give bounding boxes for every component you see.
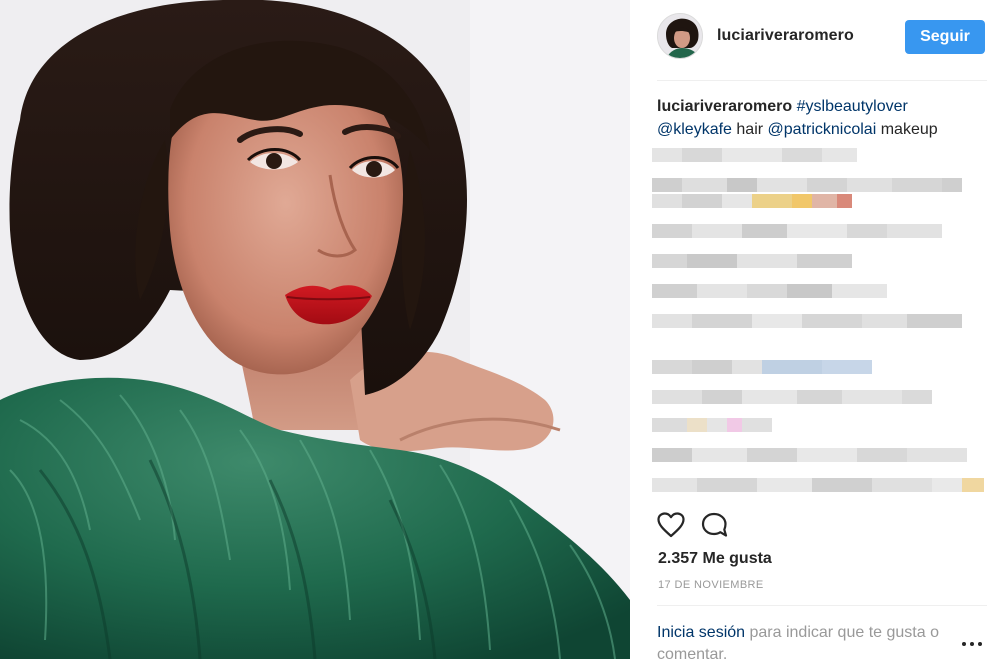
login-link[interactable]: Inicia sesión xyxy=(657,624,745,641)
more-dot xyxy=(962,642,966,646)
footer-divider xyxy=(657,605,987,606)
post-side-panel: luciariveraromero Seguir luciariverarome… xyxy=(630,0,1000,659)
post-caption: luciariveraromero #yslbeautylover @kleyk… xyxy=(657,95,987,141)
blurred-comment xyxy=(652,254,852,268)
avatar-image xyxy=(658,14,702,58)
more-dot xyxy=(970,642,974,646)
blurred-comment xyxy=(652,314,962,328)
blurred-comment xyxy=(652,390,932,404)
blurred-comment xyxy=(652,360,872,374)
comment-icon[interactable] xyxy=(701,512,729,538)
post-photo[interactable] xyxy=(0,0,630,659)
header-divider xyxy=(657,80,987,81)
blurred-comment xyxy=(652,178,962,192)
post-header: luciariveraromero Seguir xyxy=(657,12,987,60)
blurred-comment xyxy=(652,284,887,298)
follow-button[interactable]: Seguir xyxy=(905,20,985,54)
caption-mention-makeup[interactable]: @patricknicolai xyxy=(768,121,877,138)
blurred-comment xyxy=(652,478,984,492)
caption-mention-hair[interactable]: @kleykafe xyxy=(657,121,732,138)
blurred-comment xyxy=(652,148,857,162)
caption-username[interactable]: luciariveraromero xyxy=(657,98,792,115)
post-actions xyxy=(657,510,729,540)
header-username[interactable]: luciariveraromero xyxy=(717,27,854,45)
heart-icon[interactable] xyxy=(657,512,685,538)
more-options-icon[interactable] xyxy=(962,640,986,648)
caption-hair-text: hair xyxy=(736,121,764,138)
likes-count[interactable]: 2.357 Me gusta xyxy=(658,550,772,568)
blurred-comment xyxy=(652,418,772,432)
portrait-image xyxy=(0,0,630,659)
post-date[interactable]: 17 DE NOVIEMBRE xyxy=(658,579,764,591)
avatar[interactable] xyxy=(657,13,703,59)
blurred-comment xyxy=(652,224,942,238)
caption-hashtag[interactable]: #yslbeautylover xyxy=(797,98,908,115)
caption-makeup-text: makeup xyxy=(880,121,938,138)
login-prompt: Inicia sesión para indicar que te gusta … xyxy=(657,622,977,659)
blurred-comment xyxy=(652,194,852,208)
more-dot xyxy=(978,642,982,646)
blurred-comment xyxy=(652,448,967,462)
